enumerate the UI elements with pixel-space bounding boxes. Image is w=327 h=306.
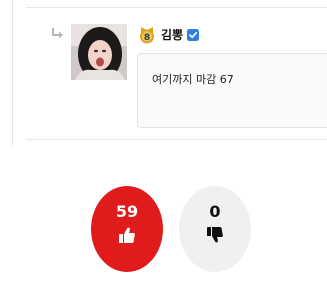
level-badge-icon: 8 xyxy=(140,27,154,44)
comment-body: 여기까지 마감 67 xyxy=(137,53,327,128)
comment-bottom-divider xyxy=(26,139,327,140)
downvote-count: 0 xyxy=(209,202,221,221)
upvote-button[interactable]: 59 xyxy=(91,186,163,272)
author-name[interactable]: 김뽕 xyxy=(161,25,183,45)
avatar-photo xyxy=(71,24,127,80)
avatar[interactable] xyxy=(71,24,127,80)
verified-check-icon xyxy=(187,29,200,41)
comment-text: 여기까지 마감 67 xyxy=(152,73,234,86)
thread-left-divider xyxy=(12,0,13,146)
thumbs-up-icon xyxy=(119,227,135,243)
reply-arrow-icon xyxy=(52,28,63,39)
comment-top-divider xyxy=(26,7,327,8)
upvote-count: 59 xyxy=(115,202,139,221)
downvote-button[interactable]: 0 xyxy=(179,186,251,272)
comment-author-row: 8 김뽕 xyxy=(138,25,200,45)
thumbs-down-icon xyxy=(207,227,223,243)
level-badge-number: 8 xyxy=(144,33,150,43)
comment-page: 8 김뽕 여기까지 마감 67 59 0 xyxy=(0,0,327,306)
